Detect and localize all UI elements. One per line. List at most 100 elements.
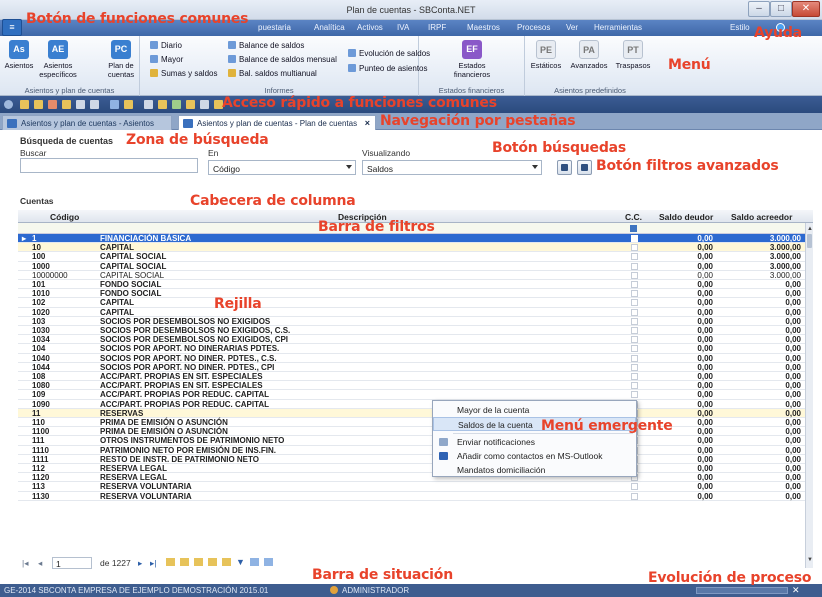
cc-checkbox[interactable]	[631, 483, 638, 491]
table-row[interactable]: 10000000 CAPITAL SOCIAL 0,00 3.000,00	[18, 271, 805, 280]
punteo-asientos-button[interactable]: Punteo de asientos	[348, 64, 428, 73]
table-row[interactable]: 102 CAPITAL 0,00 0,00	[18, 298, 805, 308]
menu-procesos[interactable]: Procesos	[517, 23, 550, 32]
cc-checkbox[interactable]	[631, 354, 638, 362]
cc-checkbox[interactable]	[631, 336, 638, 344]
vertical-scrollbar[interactable]: ▲ ▼	[805, 223, 813, 568]
search-button[interactable]	[557, 160, 572, 175]
menu-analitica[interactable]: Analítica	[314, 23, 345, 32]
table-row[interactable]: 111 OTROS INSTRUMENTOS DE PATRIMONIO NETO…	[18, 436, 805, 446]
nav-cancel-icon[interactable]	[222, 558, 231, 566]
diario-button[interactable]: Diario	[150, 41, 182, 50]
tab-plan-cuentas[interactable]: Asientos y plan de cuentas - Plan de cue…	[178, 115, 376, 130]
table-row[interactable]: 1130 RESERVA VOLUNTARIA 0,00 0,00	[18, 492, 805, 501]
en-select[interactable]: Código	[208, 160, 356, 175]
tab-close-icon[interactable]: ×	[365, 118, 370, 128]
menu-herramientas[interactable]: Herramientas	[594, 23, 642, 32]
table-row[interactable]: 103 SOCIOS POR DESEMBOLSOS NO EXIGIDOS 0,0…	[18, 317, 805, 326]
cc-checkbox[interactable]	[631, 345, 638, 353]
table-row[interactable]: 10 CAPITAL 0,00 3.000,00	[18, 243, 805, 253]
next-record-icon[interactable]: ▸	[138, 558, 142, 569]
table-row[interactable]: 112 RESERVA LEGAL 0,00 0,00	[18, 464, 805, 474]
table-row[interactable]: 1120 RESERVA LEGAL 0,00 0,00	[18, 473, 805, 483]
cc-checkbox[interactable]	[631, 253, 638, 261]
print-icon[interactable]	[76, 100, 85, 109]
column-header-saldo-deudor[interactable]: Saldo deudor	[659, 212, 713, 222]
menu-activos[interactable]: Activos	[357, 23, 383, 32]
open-icon[interactable]	[20, 100, 29, 109]
asientos-button[interactable]: As Asientos	[4, 40, 34, 70]
cc-checkbox[interactable]	[631, 363, 638, 371]
menu-irpf[interactable]: IRPF	[428, 23, 446, 32]
cc-checkbox[interactable]	[631, 492, 638, 500]
column-header-codigo[interactable]: Código	[50, 212, 79, 222]
table-row[interactable]: 100 CAPITAL SOCIAL 0,00 3.000,00	[18, 252, 805, 262]
table-row[interactable]: 1010 FONDO SOCIAL 0,00 0,00	[18, 289, 805, 299]
folder-icon[interactable]	[34, 100, 43, 109]
maximize-button[interactable]: □	[770, 1, 792, 17]
menu-item-outlook[interactable]: Añadir como contactos en MS-Outlook	[433, 449, 636, 463]
cc-checkbox[interactable]	[631, 271, 638, 279]
app-menu-button[interactable]: ≡	[2, 19, 22, 36]
sort-icon[interactable]	[124, 100, 133, 109]
edit-icon[interactable]	[62, 100, 71, 109]
menu-presupuestaria[interactable]: puestaria	[258, 23, 291, 32]
avanzados-button[interactable]: PA Avanzados	[567, 40, 611, 70]
table-row[interactable]: 108 ACC/PART. PROPIAS EN SIT. ESPECIALES 0…	[18, 372, 805, 382]
column-header-saldo-acreedor[interactable]: Saldo acreedor	[731, 212, 792, 222]
cc-checkbox[interactable]	[631, 391, 638, 399]
cc-checkbox[interactable]	[631, 382, 638, 390]
nav-edit-icon[interactable]	[180, 558, 189, 566]
nav-save-icon[interactable]	[208, 558, 217, 566]
table-row[interactable]: 1020 CAPITAL 0,00 0,00	[18, 308, 805, 317]
minimize-button[interactable]: –	[748, 1, 770, 17]
asientos-especificos-button[interactable]: AE Asientos específicos	[38, 40, 78, 79]
table-row[interactable]: 101 FONDO SOCIAL 0,00 0,00	[18, 280, 805, 290]
table-row[interactable]: 1000 CAPITAL SOCIAL 0,00 3.000,00	[18, 262, 805, 271]
evolucion-saldos-button[interactable]: Evolución de saldos	[348, 49, 430, 58]
mayor-button[interactable]: Mayor	[150, 55, 183, 64]
cc-checkbox[interactable]	[631, 299, 638, 307]
scroll-down-icon[interactable]: ▼	[807, 557, 813, 563]
menu-ver[interactable]: Ver	[566, 23, 578, 32]
export-icon[interactable]	[172, 100, 181, 109]
table-row[interactable]: 1030 SOCIOS POR DESEMBOLSOS NO EXIGIDOS, …	[18, 326, 805, 336]
table-row[interactable]: 1034 SOCIOS POR DESEMBOLSOS NO EXIGIDOS, …	[18, 335, 805, 345]
filter-icon[interactable]	[110, 100, 119, 109]
table-row[interactable]: 104 SOCIOS POR APORT. NO DINERARIAS PDTES…	[18, 344, 805, 354]
cc-checkbox[interactable]	[631, 308, 638, 316]
menu-item-enviar-notificaciones[interactable]: Enviar notificaciones	[433, 435, 636, 449]
refresh-icon[interactable]	[200, 100, 209, 109]
filter-cc-icon[interactable]	[630, 225, 637, 232]
buscar-input[interactable]	[20, 158, 198, 173]
table-row[interactable]: 1090 ACC/PART. PROPIAS POR REDUC. CAPITAL…	[18, 400, 805, 409]
nav-filter-icon[interactable]: ▼	[236, 557, 245, 567]
menu-maestros[interactable]: Maestros	[467, 23, 500, 32]
table-row[interactable]: 1111 RESTO DE INSTR. DE PATRIMONIO NETO 0,…	[18, 455, 805, 464]
style-menu[interactable]: Estilo	[730, 23, 750, 32]
cc-checkbox[interactable]	[631, 317, 638, 325]
table-row[interactable]: 1040 SOCIOS POR APORT. NO DINER. PDTES., …	[18, 354, 805, 363]
cc-checkbox[interactable]	[631, 290, 638, 298]
cc-checkbox[interactable]	[631, 281, 638, 288]
back-icon[interactable]	[4, 100, 13, 109]
table-row[interactable]: 1044 SOCIOS POR APORT. NO DINER. PDTES., …	[18, 363, 805, 372]
lock-icon[interactable]	[186, 100, 195, 109]
nav-refresh-icon[interactable]	[250, 558, 259, 566]
tab-asientos[interactable]: Asientos y plan de cuentas - Asientos	[2, 115, 172, 130]
balance-mensual-button[interactable]: Balance de saldos mensual	[228, 55, 337, 64]
table-row[interactable]: 113 RESERVA VOLUNTARIA 0,00 0,00	[18, 482, 805, 492]
cc-checkbox[interactable]	[631, 235, 638, 242]
table-row[interactable]: 109 ACC/PART. PROPIAS POR REDUC. CAPITAL 0…	[18, 390, 805, 400]
table-row[interactable]: 110 PRIMA DE EMISIÓN O ASUNCIÓN 0,00 0,00	[18, 418, 805, 428]
nav-print-icon[interactable]	[264, 558, 273, 566]
estados-financieros-button[interactable]: EF Estados financieros	[447, 40, 497, 79]
bal-multianual-button[interactable]: Bal. saldos multianual	[228, 69, 317, 78]
last-record-icon[interactable]: ▸|	[150, 558, 156, 569]
delete-icon[interactable]	[48, 100, 57, 109]
plan-cuentas-button[interactable]: PC Plan de cuentas	[104, 40, 138, 79]
close-window-button[interactable]: ✕	[792, 1, 820, 17]
balance-saldos-button[interactable]: Balance de saldos	[228, 41, 304, 50]
preview-icon[interactable]	[90, 100, 99, 109]
paste-icon[interactable]	[158, 100, 167, 109]
